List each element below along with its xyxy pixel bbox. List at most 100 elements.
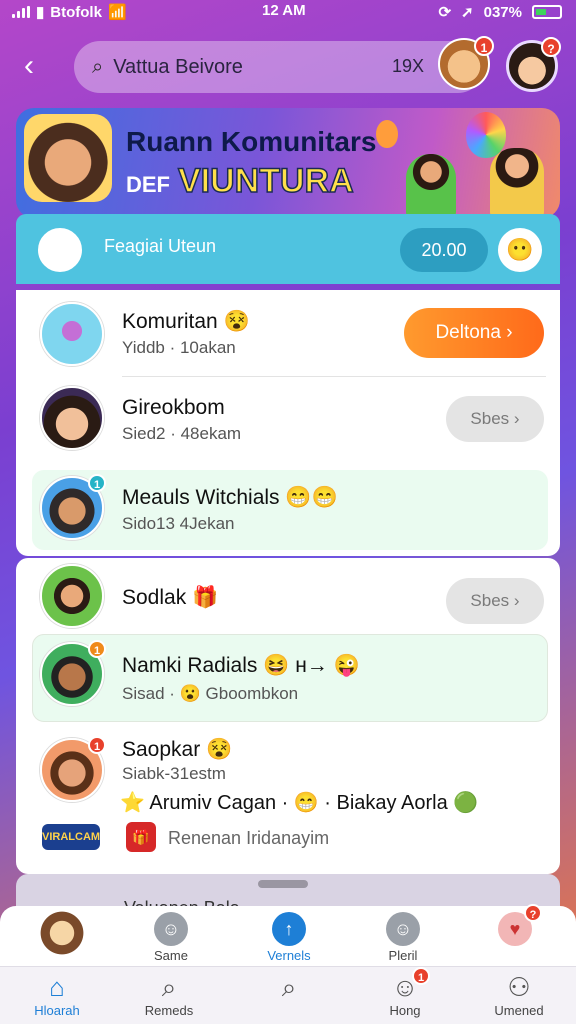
search-count: 19X <box>391 56 424 76</box>
status-bar: ▮ Btofolk 📶 12 AM ⟳ ➚ 037% <box>0 0 576 26</box>
item-subtitle: Yiddb · 10akan <box>122 338 236 357</box>
banner-title: Ruann Komunitars <box>126 126 377 157</box>
quick-action-same[interactable]: ☺ Same <box>126 910 216 963</box>
list-item[interactable]: 1 Namki Radials 😆 н→ 😜 Sisad · 😮 Gboombk… <box>16 640 560 720</box>
item-tag-text: Renenan Iridanayim <box>168 828 330 848</box>
battery-percent: 037% <box>483 3 522 21</box>
quick-action-vernels[interactable]: ↑ Vernels <box>244 910 334 963</box>
item-avatar <box>40 302 104 366</box>
face-icon: ☺ 1 <box>350 967 460 1003</box>
nav-explore[interactable]: ⌕ <box>234 971 344 1003</box>
balloon-icon <box>376 120 398 148</box>
search-icon: ⌕ <box>161 972 177 1002</box>
signal-icon <box>12 6 30 18</box>
featured-value-pill[interactable]: 20.00 <box>400 228 488 272</box>
mascot-icon[interactable] <box>30 906 94 966</box>
nav-profile[interactable]: ⚇ Umened <box>464 971 574 1018</box>
back-icon[interactable]: ‹ <box>24 50 54 84</box>
kid-figure <box>406 154 456 218</box>
item-badge: 1 <box>88 736 106 754</box>
quick-action-label: Vernels <box>267 948 311 963</box>
banner-subtitle-prefix: DEF <box>126 172 170 197</box>
item-name: Saopkar 😵 <box>122 738 233 761</box>
nav-label: Remeds <box>144 1003 194 1018</box>
item-subtitle: Sied2 · 48ekam <box>122 424 242 443</box>
quick-action-label: Same <box>154 948 188 963</box>
brand-logo: VIRALCAM <box>42 824 100 850</box>
banner-subtitle-main: VIUNTURA <box>177 161 354 201</box>
sim-icon: ▮ <box>36 4 45 21</box>
item-subtitle: Sido13 4Jekan <box>122 514 235 533</box>
notification-badge: 1 <box>474 36 494 56</box>
face-icon: ☺ <box>386 912 420 946</box>
nav-label: Umened <box>494 1003 544 1018</box>
search-icon: ⌕ <box>281 972 297 1002</box>
item-badge: 1 <box>88 474 106 492</box>
heart-badge: ? <box>524 904 542 922</box>
item-avatar: 1 <box>40 474 106 540</box>
profile-badge: ? <box>541 37 561 57</box>
profile-avatar[interactable]: ? <box>506 37 561 92</box>
wifi-icon: 📶 <box>107 4 127 21</box>
see-button[interactable]: Sbes › <box>446 396 544 442</box>
join-button[interactable]: Deltona › <box>404 308 544 358</box>
item-avatar: 1 <box>40 640 106 706</box>
featured-avatar <box>38 228 82 272</box>
mascot-icon[interactable]: 1 <box>438 36 494 90</box>
featured-label: Feagiai Uteun <box>104 236 217 256</box>
heart-icon: ♥ ? <box>498 904 542 946</box>
quick-actions-bar: ☺ Same ↑ Vernels ☺ Pleril ♥ ? <box>0 904 576 966</box>
bottom-nav: ⌂ Hloarah ⌕ Remeds ⌕ ☺ 1 Hong ⚇ Umened <box>0 966 576 1024</box>
status-time: 12 AM <box>262 2 306 19</box>
search-bar[interactable]: ⌕ Vattua Beivore 19X <box>74 41 484 93</box>
banner-avatar <box>24 114 112 202</box>
nav-label: Hong <box>389 1003 421 1018</box>
face-icon: ☺ <box>154 912 188 946</box>
home-icon: ⌂ <box>49 972 65 1002</box>
nav-badge: 1 <box>412 967 430 985</box>
status-left: ▮ Btofolk 📶 <box>12 3 127 21</box>
carrier-label: Btofolk <box>50 3 102 21</box>
sync-icon: ⟳ <box>438 4 452 21</box>
community-list-2: Sodlak 🎁 Sbes › 1 Namki Radials 😆 н→ 😜 S… <box>16 558 560 874</box>
quick-action-heart[interactable]: ♥ ? <box>470 904 560 948</box>
kid-figure <box>490 148 544 218</box>
divider <box>122 376 546 377</box>
list-item[interactable]: Komuritan 😵 Yiddb · 10akan Deltona › <box>16 298 560 378</box>
status-right: ⟳ ➚ 037% <box>438 3 562 21</box>
banner-subtitle: DEF VIUNTURA <box>126 161 354 201</box>
search-icon: ⌕ <box>92 55 104 78</box>
up-arrow-icon: ↑ <box>272 912 306 946</box>
item-avatar <box>40 564 104 628</box>
item-name: Sodlak 🎁 <box>122 586 219 609</box>
nav-hong[interactable]: ☺ 1 Hong <box>350 967 460 1018</box>
community-banner[interactable]: Ruann Komunitars DEF VIUNTURA <box>16 108 560 218</box>
location-icon: ➚ <box>461 4 474 21</box>
item-subtitle: Sisad · 😮 Gboombkon <box>122 684 299 703</box>
featured-strip[interactable]: Feagiai Uteun 20.00 😶 <box>16 214 560 284</box>
quick-action-pleril[interactable]: ☺ Pleril <box>358 910 448 963</box>
nav-label: Hloarah <box>34 1003 80 1018</box>
see-button[interactable]: Sbes › <box>446 578 544 624</box>
nav-remeds[interactable]: ⌕ Remeds <box>114 971 224 1018</box>
banner-illustration <box>376 112 552 218</box>
search-input[interactable]: Vattua Beivore <box>113 56 243 79</box>
person-icon: ⚇ <box>507 972 531 1002</box>
list-item[interactable]: Sodlak 🎁 Sbes › <box>16 562 560 632</box>
drag-handle[interactable] <box>258 880 308 888</box>
item-name: Gireokbom <box>122 396 225 419</box>
item-badge: 1 <box>88 640 106 658</box>
community-list-1: Komuritan 😵 Yiddb · 10akan Deltona › Gir… <box>16 290 560 556</box>
gift-icon: 🎁 <box>126 822 156 852</box>
item-avatar: 1 <box>40 736 106 802</box>
list-item[interactable]: 1 Saopkar 😵 Siabk-31estm ⭐ Arumiv Cagan … <box>16 734 560 870</box>
item-name: Meauls Witchials 😁😁 <box>122 486 338 509</box>
item-subtitle: Siabk-31estm <box>122 764 226 783</box>
quick-action-label: Pleril <box>388 948 418 963</box>
item-name: Namki Radials 😆 н→ 😜 <box>122 654 360 677</box>
nav-home[interactable]: ⌂ Hloarah <box>2 971 112 1018</box>
list-item[interactable]: 1 Meauls Witchials 😁😁 Sido13 4Jekan <box>16 472 560 552</box>
smiley-icon[interactable]: 😶 <box>498 228 542 272</box>
list-item[interactable]: Gireokbom Sied2 · 48ekam Sbes › <box>16 384 560 464</box>
item-name: Komuritan 😵 <box>122 310 250 333</box>
